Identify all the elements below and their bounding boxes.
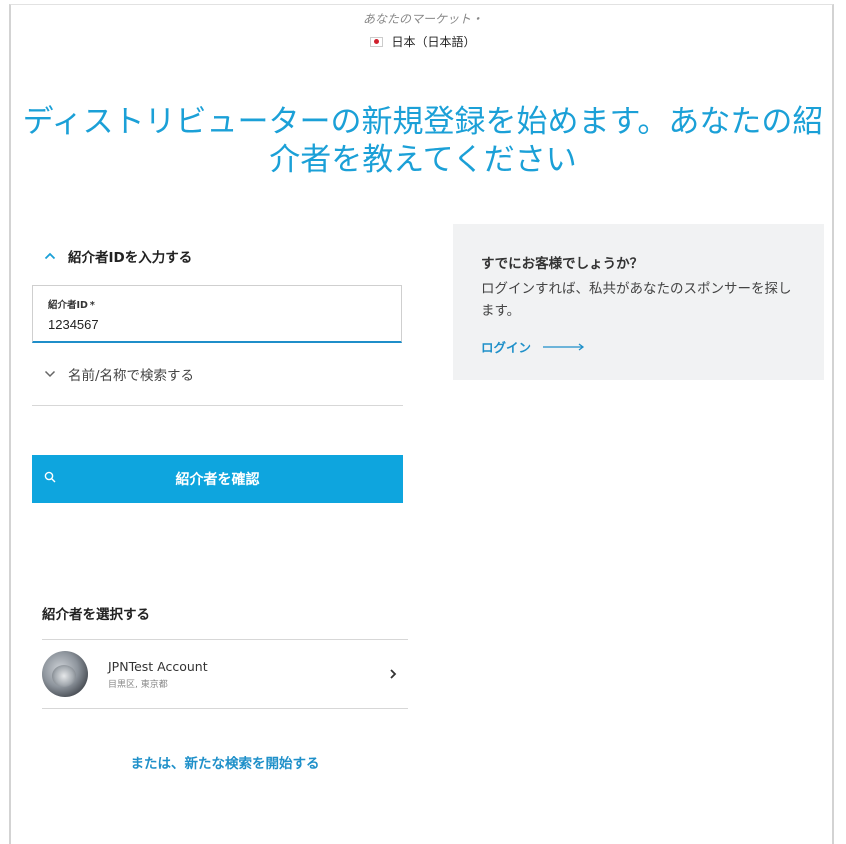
sponsor-info: JPNTest Account 目黒区, 東京都	[108, 659, 378, 690]
existing-customer-card: すでにお客様でしょうか？ ログインすれば、私共があなたのスポンサーを探します。 …	[453, 224, 824, 380]
name-search-section-label: 名前/名称で検索する	[68, 368, 195, 384]
market-selector[interactable]: 日本（日本語）	[0, 33, 846, 50]
results-top-divider	[42, 639, 408, 640]
japan-flag-icon	[370, 36, 384, 47]
section-divider	[32, 405, 403, 406]
search-icon	[44, 471, 56, 487]
sponsor-result-row[interactable]: JPNTest Account 目黒区, 東京都	[42, 641, 408, 707]
chevron-down-icon	[32, 370, 68, 378]
select-sponsor-title: 紹介者を選択する	[42, 607, 150, 623]
existing-customer-title: すでにお客様でしょうか？	[481, 256, 644, 272]
sponsor-id-field-label: 紹介者ID *	[48, 297, 95, 311]
sponsor-id-label-text: 紹介者ID	[48, 300, 88, 311]
sponsor-id-section-toggle[interactable]: 紹介者IDを入力する	[32, 238, 403, 274]
results-bottom-divider	[42, 708, 408, 709]
login-link-label: ログイン	[481, 340, 532, 355]
required-mark: *	[89, 300, 95, 311]
avatar	[42, 651, 88, 697]
login-link[interactable]: ログイン	[481, 337, 585, 356]
sponsor-id-section-label: 紹介者IDを入力する	[68, 250, 193, 266]
sponsor-id-field[interactable]: 紹介者ID *	[32, 285, 402, 343]
arrow-right-icon	[543, 339, 585, 354]
sponsor-location: 目黒区, 東京都	[108, 679, 168, 690]
sponsor-id-input[interactable]	[48, 317, 348, 332]
sponsor-name: JPNTest Account	[108, 658, 208, 674]
name-search-section-toggle[interactable]: 名前/名称で検索する	[32, 356, 403, 392]
chevron-up-icon	[32, 252, 68, 260]
chevron-right-icon	[378, 665, 408, 684]
market-value: 日本（日本語）	[391, 35, 476, 49]
new-search-link[interactable]: または、新たな検索を開始する	[42, 752, 408, 772]
existing-customer-text: ログインすれば、私共があなたのスポンサーを探します。	[481, 281, 792, 319]
confirm-sponsor-label: 紹介者を確認	[175, 472, 260, 488]
market-label: あなたのマーケット・	[362, 12, 483, 26]
confirm-sponsor-button[interactable]: 紹介者を確認	[32, 455, 403, 503]
page-title: ディストリビューターの新規登録を始めます。あなたの紹介者を教えてください	[22, 103, 824, 177]
